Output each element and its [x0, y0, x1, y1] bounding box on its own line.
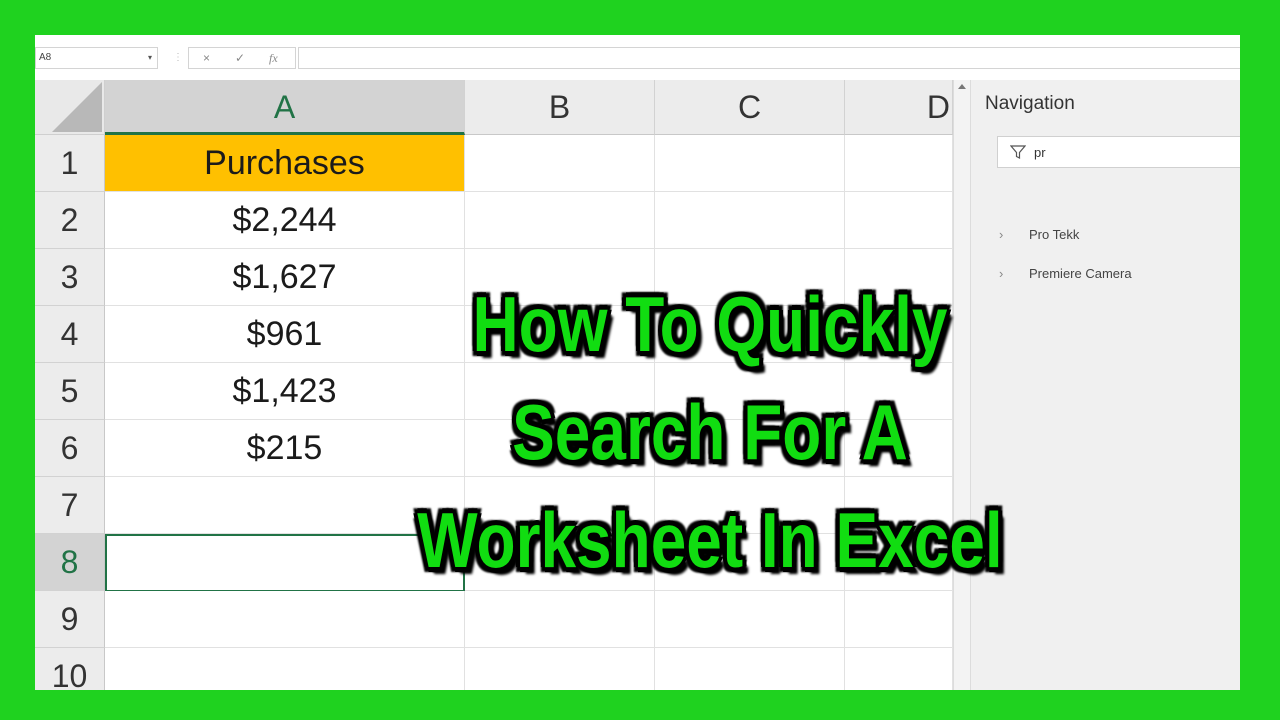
- cell-c9[interactable]: [655, 591, 845, 648]
- cell-a9[interactable]: [105, 591, 465, 648]
- cell-a10[interactable]: [105, 648, 465, 690]
- column-header-b[interactable]: B: [465, 80, 655, 135]
- title-line-2: Search For A: [512, 388, 908, 476]
- filter-icon: [1010, 145, 1026, 159]
- cell-d9[interactable]: [845, 591, 953, 648]
- name-box-value: A8: [39, 52, 52, 63]
- navigation-search-input[interactable]: pr: [997, 136, 1240, 168]
- cell-c10[interactable]: [655, 648, 845, 690]
- cell-c2[interactable]: [655, 192, 845, 249]
- name-box[interactable]: A8 ▾: [35, 47, 158, 69]
- cell-c1[interactable]: [655, 135, 845, 192]
- cell-b1[interactable]: [465, 135, 655, 192]
- chevron-right-icon[interactable]: ›: [999, 227, 1003, 242]
- row-header-10[interactable]: 10: [35, 648, 105, 690]
- title-line-3: Worksheet In Excel: [417, 496, 1003, 584]
- select-all-corner[interactable]: [35, 80, 105, 135]
- navigation-search-value: pr: [1034, 145, 1046, 160]
- formula-buttons: × ✓ fx: [188, 47, 296, 69]
- cell-d10[interactable]: [845, 648, 953, 690]
- row-header-1[interactable]: 1: [35, 135, 105, 192]
- cell-b9[interactable]: [465, 591, 655, 648]
- navigation-item-label: Pro Tekk: [1029, 227, 1080, 242]
- row-header-9[interactable]: 9: [35, 591, 105, 648]
- thumbnail-title-overlay: How To Quickly Search For A Worksheet In…: [374, 270, 1046, 594]
- scroll-up-arrow-icon[interactable]: [958, 84, 966, 89]
- cell-b10[interactable]: [465, 648, 655, 690]
- row-header-7[interactable]: 7: [35, 477, 105, 534]
- row-header-3[interactable]: 3: [35, 249, 105, 306]
- row-header-8[interactable]: 8: [35, 534, 105, 591]
- column-header-c[interactable]: C: [655, 80, 845, 135]
- cell-d2[interactable]: [845, 192, 953, 249]
- navigation-pane-title: Navigation: [985, 93, 1075, 114]
- row-header-5[interactable]: 5: [35, 363, 105, 420]
- cell-b2[interactable]: [465, 192, 655, 249]
- cancel-icon[interactable]: ×: [203, 51, 210, 65]
- column-header-a[interactable]: A: [105, 80, 465, 135]
- insert-function-icon[interactable]: fx: [269, 51, 278, 66]
- enter-icon[interactable]: ✓: [235, 51, 245, 65]
- row-header-4[interactable]: 4: [35, 306, 105, 363]
- formula-input[interactable]: [298, 47, 1240, 69]
- chevron-down-icon[interactable]: ▾: [148, 53, 152, 62]
- title-line-1: How To Quickly: [472, 280, 948, 368]
- cell-a1[interactable]: Purchases: [105, 135, 465, 192]
- formula-bar-grip-icon: ⋮: [173, 52, 183, 63]
- row-header-2[interactable]: 2: [35, 192, 105, 249]
- cell-d1[interactable]: [845, 135, 953, 192]
- column-header-d[interactable]: D: [845, 80, 953, 135]
- row-header-6[interactable]: 6: [35, 420, 105, 477]
- formula-bar: A8 ▾ ⋮ × ✓ fx: [35, 35, 1240, 80]
- cell-a2[interactable]: $2,244: [105, 192, 465, 249]
